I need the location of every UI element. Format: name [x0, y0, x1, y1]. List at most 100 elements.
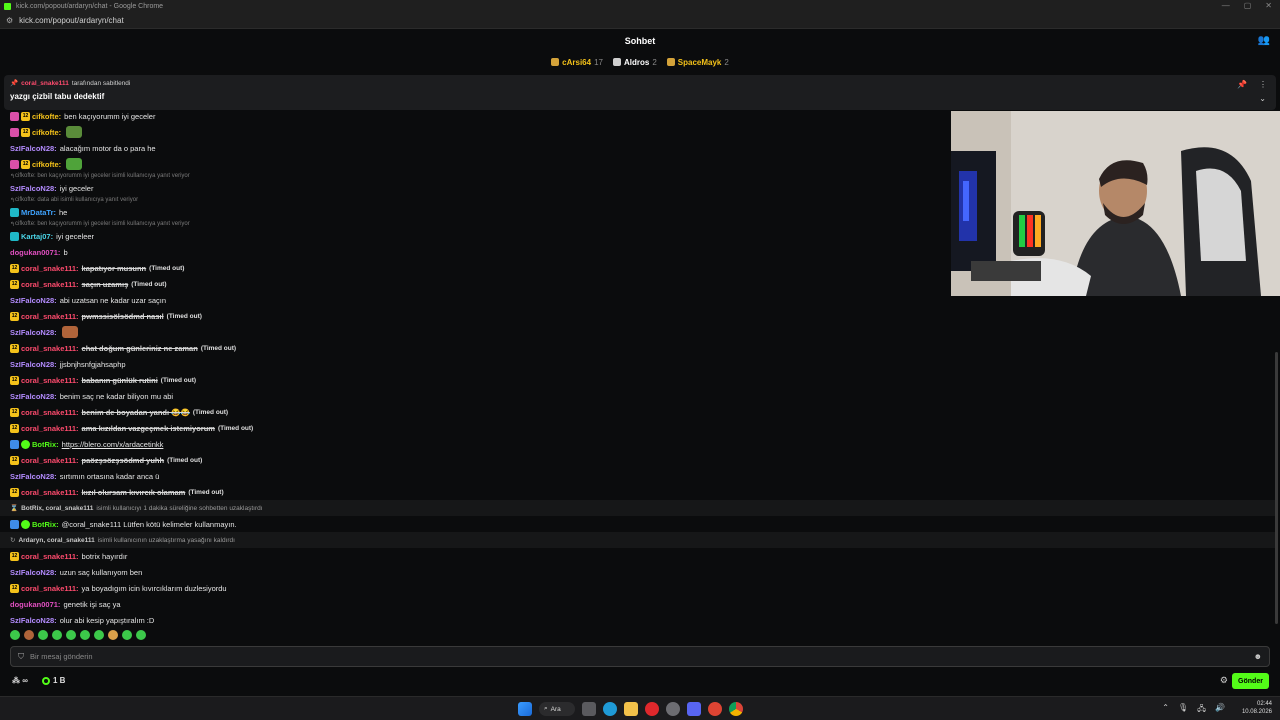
emote-icon[interactable] [52, 630, 62, 640]
chat-username[interactable]: cifkofte: [32, 112, 61, 121]
network-icon[interactable]: 🖧 [1197, 703, 1206, 717]
chat-message[interactable]: 12 coral_snake111: ama kızıldan vazgeçmek … [0, 420, 1275, 436]
address-bar[interactable]: ⚙ kick.com/popout/ardaryn/chat [0, 12, 1280, 29]
chat-username[interactable]: dogukan0071: [10, 248, 60, 257]
clock[interactable]: 02:44 10.08.2026 [1242, 700, 1272, 716]
emote-icon[interactable] [66, 630, 76, 640]
unpin-icon[interactable]: 📌 [1237, 80, 1247, 89]
minimize-icon[interactable]: — [1222, 1, 1230, 10]
emote-icon[interactable] [10, 630, 20, 640]
emote-icon[interactable] [136, 630, 146, 640]
leaderboard-entry[interactable]: SpaceMayk 2 [666, 58, 729, 67]
chat-username[interactable]: coral_snake111: [21, 408, 79, 417]
pinned-message[interactable]: 📌 coral_snake111 tarafından sabitlendi y… [4, 75, 1276, 110]
chat-message[interactable]: dogukan0071: genetik işi saç ya [0, 596, 1275, 612]
chat-message[interactable]: 12 coral_snake111: babanın günlük rutini (T… [0, 372, 1275, 388]
chat-username[interactable]: SzIFalcoN28: [10, 144, 57, 153]
chat-username[interactable]: coral_snake111: [21, 344, 79, 353]
chat-message[interactable]: SzIFalcoN28: sırtımın ortasına kadar anca… [0, 468, 1275, 484]
chat-username[interactable]: BotRix: [32, 520, 59, 529]
chat-username[interactable]: SzIFalcoN28: [10, 472, 57, 481]
chat-message[interactable]: 12 coral_snake111: paözşsözşsödmd yuhh (Tim… [0, 452, 1275, 468]
volume-icon[interactable]: 🔊 [1215, 703, 1225, 717]
maximize-icon[interactable]: ▢ [1244, 1, 1252, 10]
leaderboard-entry[interactable]: cArsi64 17 [551, 58, 603, 67]
chrome-active-icon[interactable] [708, 702, 722, 716]
message-input[interactable] [30, 652, 1210, 661]
chat-username[interactable]: coral_snake111: [21, 280, 79, 289]
emote-icon[interactable] [94, 630, 104, 640]
chat-username[interactable]: coral_snake111: [21, 424, 79, 433]
windows-start-icon[interactable] [518, 702, 532, 716]
chat-username[interactable]: SzIFalcoN28: [10, 328, 57, 337]
chat-username[interactable]: coral_snake111: [21, 456, 79, 465]
chevron-up-icon[interactable]: ⌃ [1162, 703, 1169, 717]
chat-username[interactable]: dogukan0071: [10, 600, 60, 609]
task-view-icon[interactable] [582, 702, 596, 716]
chat-username[interactable]: SzIFalcoN28: [10, 616, 57, 625]
send-button[interactable]: Gönder [1232, 673, 1269, 689]
chat-message[interactable]: 12 coral_snake111: benim de boyadan yandı … [0, 404, 1275, 420]
close-icon[interactable]: ✕ [1265, 1, 1272, 10]
url-text[interactable]: kick.com/popout/ardaryn/chat [19, 16, 124, 25]
chat-message[interactable]: SzIFalcoN28: [0, 324, 1275, 340]
chat-message[interactable]: 12 coral_snake111: ya boyadıgım icin kıvır… [0, 580, 1275, 596]
chevron-down-icon[interactable]: ⌄ [1259, 94, 1266, 103]
chat-username[interactable]: MrDataTr: [21, 208, 56, 217]
microphone-icon[interactable]: 🎙 [1178, 703, 1188, 717]
moderation-users[interactable]: BotRix, coral_snake111 [21, 505, 93, 512]
more-options-icon[interactable]: ⋮ [1259, 80, 1267, 89]
chat-message[interactable]: SzIFalcoN28: jjsbnjhsnfgjahsaphp [0, 356, 1275, 372]
emoji-picker-icon[interactable]: ☻ [1254, 652, 1262, 661]
pinned-user[interactable]: coral_snake111 [21, 80, 69, 87]
clock-time: 02:44 [1256, 701, 1272, 707]
chat-username[interactable]: SzIFalcoN28: [10, 296, 57, 305]
emote-icon[interactable] [24, 630, 34, 640]
chat-username[interactable]: coral_snake111: [21, 264, 79, 273]
chat-username[interactable]: Kartaj07: [21, 232, 53, 241]
chat-username[interactable]: cifkofte: [32, 160, 61, 169]
chat-message[interactable]: 12 coral_snake111: pwmssisölsödmd nasıl (Ti… [0, 308, 1275, 324]
chat-username[interactable]: coral_snake111: [21, 488, 79, 497]
emote-icon[interactable] [122, 630, 132, 640]
chrome-icon[interactable] [729, 702, 743, 716]
chat-message[interactable]: BotRix: https://blero.com/x/ardacetinkk [0, 436, 1275, 452]
chat-username[interactable]: SzIFalcoN28: [10, 184, 57, 193]
chat-message[interactable]: 12 coral_snake111: botrix hayırdır [0, 548, 1275, 564]
channel-points[interactable]: ⁂ ∞ [12, 676, 28, 685]
timed-out-label: (Timed out) [167, 456, 203, 464]
site-settings-icon[interactable]: ⚙ [6, 16, 13, 25]
chat-message[interactable]: 12 coral_snake111: kızıl olursam kıvırcık … [0, 484, 1275, 500]
emote-icon[interactable] [108, 630, 118, 640]
chat-message[interactable]: BotRix: @coral_snake111 Lütfen kötü kelim… [0, 516, 1275, 532]
chat-username[interactable]: SzIFalcoN28: [10, 360, 57, 369]
settings-app-icon[interactable] [666, 702, 680, 716]
file-explorer-icon[interactable] [624, 702, 638, 716]
chat-username[interactable]: coral_snake111: [21, 312, 79, 321]
chat-message[interactable]: SzIFalcoN28: benim saç ne kadar biliyon m… [0, 388, 1275, 404]
discord-icon[interactable] [687, 702, 701, 716]
moderation-users[interactable]: Ardaryn, coral_snake111 [18, 537, 94, 544]
emote-icon[interactable] [38, 630, 48, 640]
edge-icon[interactable] [603, 702, 617, 716]
chat-scrollbar[interactable] [1275, 352, 1278, 624]
taskbar-search[interactable]: ⌕ Ara [539, 702, 575, 716]
opera-icon[interactable] [645, 702, 659, 716]
chat-username[interactable]: cifkofte: [32, 128, 61, 137]
chat-username[interactable]: SzIFalcoN28: [10, 568, 57, 577]
gear-icon[interactable]: ⚙ [1220, 675, 1228, 686]
message-input-box[interactable]: ⛉ ☻ [10, 646, 1270, 667]
chat-username[interactable]: SzIFalcoN28: [10, 392, 57, 401]
leaderboard-entry[interactable]: Aldros 2 [612, 58, 657, 67]
kicks-balance[interactable]: 1 B [41, 676, 65, 685]
chat-message[interactable]: SzIFalcoN28: uzun saç kullanıyom ben [0, 564, 1275, 580]
chat-username[interactable]: BotRix: [32, 440, 59, 449]
chat-username[interactable]: coral_snake111: [21, 376, 79, 385]
emote-icon[interactable] [80, 630, 90, 640]
chat-username[interactable]: coral_snake111: [21, 584, 79, 593]
chat-message[interactable]: 12 coral_snake111: chat doğum günleriniz n… [0, 340, 1275, 356]
users-settings-icon[interactable]: 👥 [1258, 35, 1270, 46]
chat-username[interactable]: coral_snake111: [21, 552, 79, 561]
chat-message[interactable]: SzIFalcoN28: olur abi kesip yapıştıralım … [0, 612, 1275, 628]
chat-link[interactable]: https://blero.com/x/ardacetinkk [62, 440, 164, 449]
